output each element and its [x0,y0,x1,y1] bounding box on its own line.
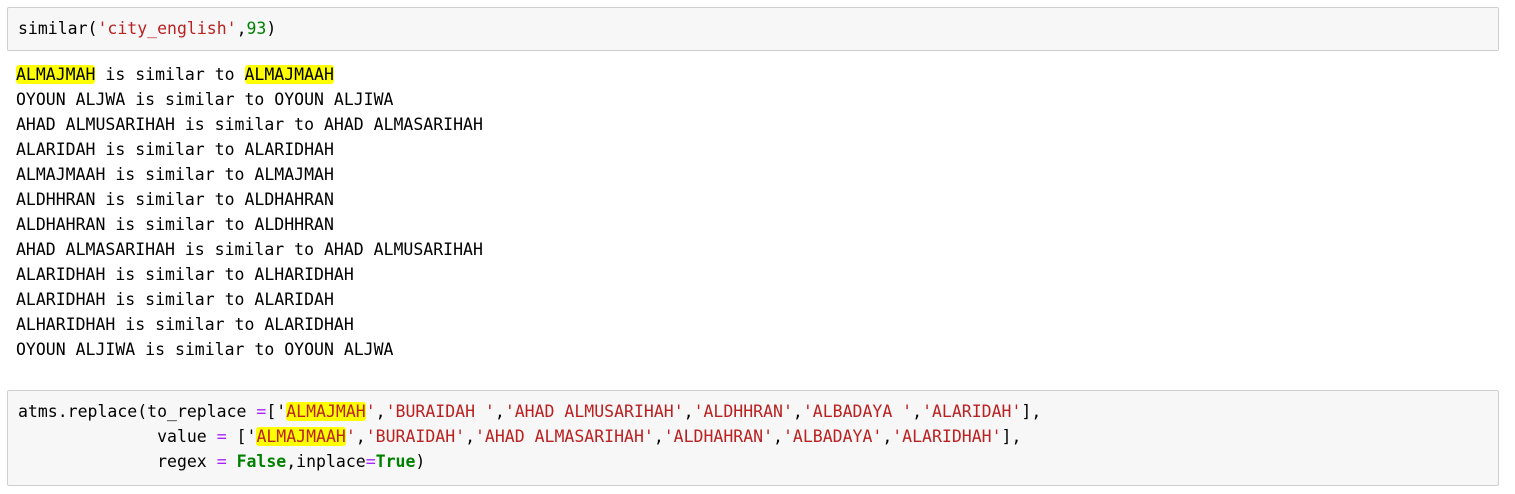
string-literal: 'BURAIDAH ' [385,402,495,421]
output-line: ALDHAHRAN is similar to ALDHHRAN [16,215,334,234]
list-close: ], [1021,402,1042,421]
output-line: ALDHHRAN is similar to ALDHAHRAN [16,190,334,209]
output-text: is similar to [95,65,245,84]
comma: , [773,427,783,446]
comma: , [236,19,247,38]
string-literal: 'ALBADAYA' [782,427,883,446]
code-cell-replace[interactable]: atms.replace(to_replace =['ALMAJMAH','BU… [7,390,1499,486]
output-line: OYOUN ALJWA is similar to OYOUN ALJIWA [16,90,394,109]
list-open: [' [266,402,287,421]
keyword-false: False [236,452,287,471]
string-literal: 'ALDHAHRAN' [663,427,774,446]
comma: , [375,402,386,421]
operator: = [216,452,227,471]
output-line: OYOUN ALJIWA is similar to OYOUN ALJWA [16,340,394,359]
output-line: AHAD ALMUSARIHAH is similar to AHAD ALMA… [16,115,483,134]
output-line: ALARIDHAH is similar to ALHARIDHAH [16,265,354,284]
close-paren: ) [266,19,277,38]
comma: , [465,427,475,446]
param-name: ,inplace [286,452,366,471]
string-literal: ' [345,427,356,446]
highlighted-text: ALMAJMAH [16,65,96,84]
list-close: ], [1001,427,1022,446]
string-literal: 'AHAD ALMASARIHAH' [475,427,654,446]
method-call: atms.replace(to_replace [18,402,257,421]
highlighted-string: ALMAJMAH [286,402,366,421]
output-line: AHAD ALMASARIHAH is similar to AHAD ALMU… [16,240,483,259]
close-paren: ) [415,452,426,471]
comma: , [494,402,505,421]
param-name: value [18,427,217,446]
code-cell-similar[interactable]: similar('city_english',93) [7,7,1499,51]
string-literal: 'ALARIDHAH' [892,427,1002,446]
operator: = [216,427,227,446]
output-line: ALMAJMAH is similar to ALMAJMAAH [16,62,483,87]
operator: = [365,452,376,471]
string-literal: 'ALBADAYA ' [802,402,913,421]
string-literal: ' [365,402,376,421]
param-name: regex [18,452,217,471]
code-line: atms.replace(to_replace =['ALMAJMAH','BU… [18,400,1041,424]
string-literal: 'ALARIDAH' [922,402,1022,421]
function-call: similar( [18,19,98,38]
comma: , [355,427,366,446]
output-line: ALHARIDHAH is similar to ALARIDHAH [16,315,354,334]
list-open: [' [226,427,257,446]
comma: , [683,402,694,421]
string-literal: 'BURAIDAH' [365,427,466,446]
code-line: similar('city_english',93) [18,17,276,41]
operator: = [256,402,267,421]
comma: , [912,402,923,421]
keyword-true: True [375,452,416,471]
output-line: ALARIDAH is similar to ALARIDHAH [16,140,334,159]
cell-output: ALMAJMAH is similar to ALMAJMAAH OYOUN A… [16,62,483,362]
string-literal: 'AHAD ALMUSARIHAH' [504,402,684,421]
comma: , [792,402,803,421]
string-literal: 'city_english' [97,19,237,38]
output-line: ALARIDHAH is similar to ALARIDAH [16,290,334,309]
code-line: value = ['ALMAJMAAH','BURAIDAH','AHAD AL… [18,425,1021,449]
comma: , [882,427,893,446]
code-line: regex = False,inplace=True) [18,450,425,474]
number-literal: 93 [246,19,267,38]
highlighted-string: ALMAJMAAH [256,427,346,446]
string-literal: 'ALDHHRAN' [693,402,793,421]
comma: , [653,427,664,446]
highlighted-text: ALMAJMAAH [244,65,334,84]
output-line: ALMAJMAAH is similar to ALMAJMAH [16,165,334,184]
